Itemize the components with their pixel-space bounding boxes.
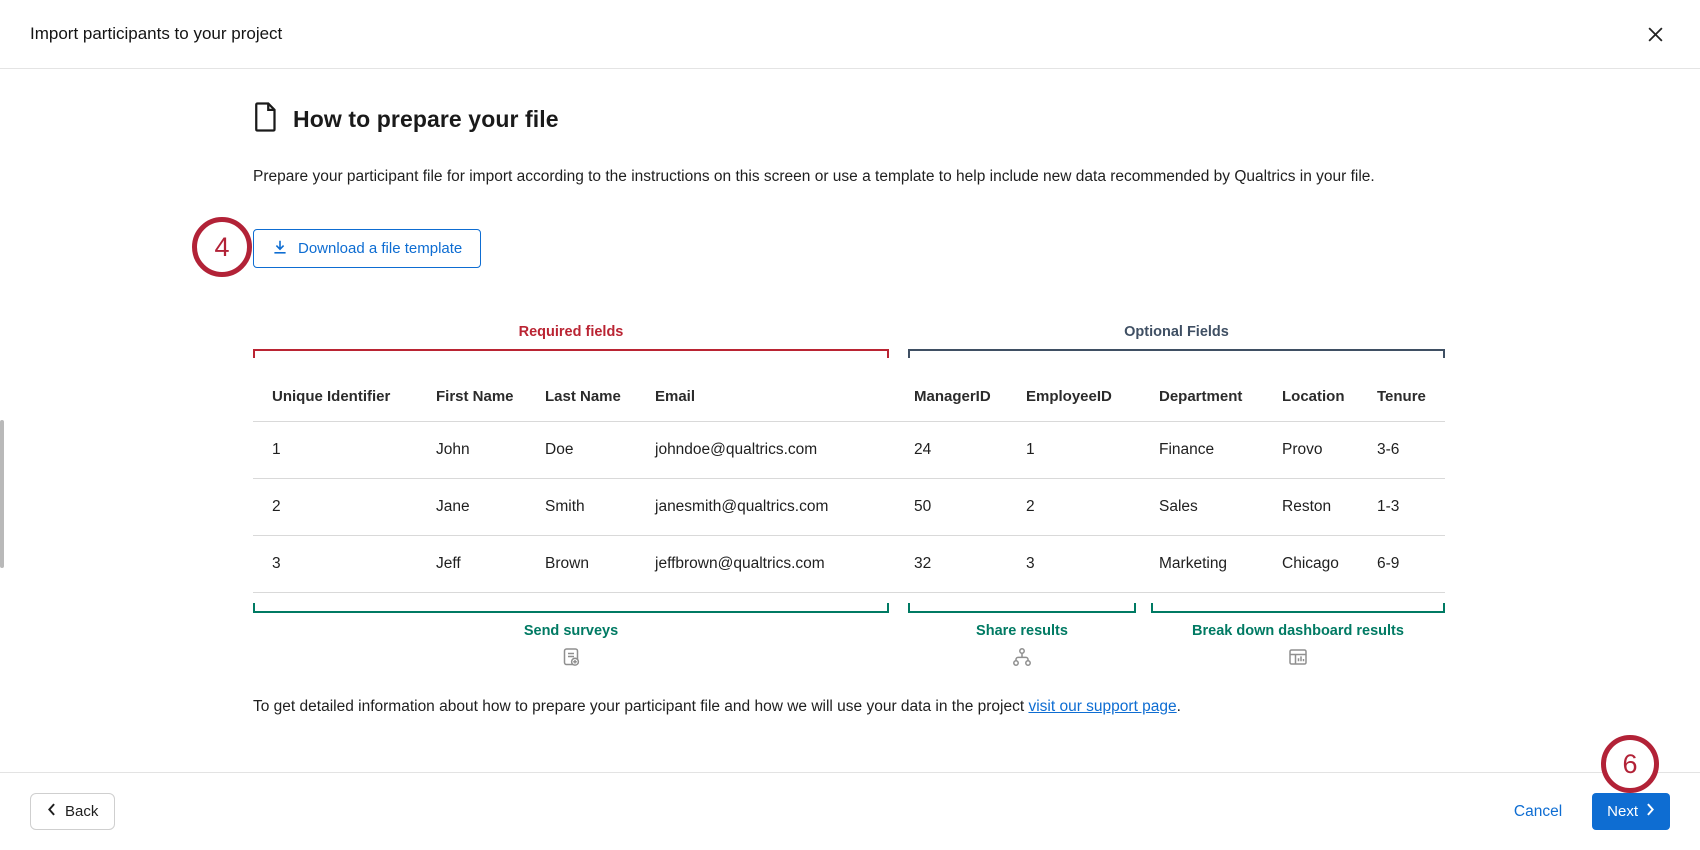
back-button[interactable]: Back bbox=[30, 793, 115, 830]
chevron-left-icon bbox=[47, 803, 56, 820]
table-row: 3 Jeff Brown jeffbrown@qualtrics.com 32 … bbox=[253, 536, 1445, 593]
cell: Reston bbox=[1282, 498, 1377, 516]
file-icon bbox=[253, 102, 279, 137]
cell: Jane bbox=[436, 498, 545, 516]
support-page-link[interactable]: visit our support page bbox=[1028, 698, 1176, 715]
cell: 2 bbox=[1026, 498, 1159, 516]
annotation-circle-6: 6 bbox=[1601, 735, 1659, 793]
cell: 2 bbox=[272, 498, 436, 516]
optional-fields-label: Optional Fields bbox=[908, 324, 1445, 340]
column-header-email: Email bbox=[655, 388, 914, 405]
dashboard-results-bracket bbox=[1151, 603, 1445, 613]
org-chart-icon bbox=[908, 646, 1136, 673]
footer-actions: Cancel Next bbox=[1514, 793, 1670, 830]
optional-fields-bracket bbox=[908, 349, 1445, 358]
annotation-number: 6 bbox=[1622, 749, 1637, 780]
cell: Jeff bbox=[436, 555, 545, 573]
cancel-button[interactable]: Cancel bbox=[1514, 803, 1562, 821]
chevron-right-icon bbox=[1646, 803, 1655, 820]
cell: 50 bbox=[914, 498, 1026, 516]
table-row: 2 Jane Smith janesmith@qualtrics.com 50 … bbox=[253, 479, 1445, 536]
cell: 1 bbox=[272, 441, 436, 459]
cell: Brown bbox=[545, 555, 655, 573]
next-button[interactable]: Next bbox=[1592, 793, 1670, 830]
page-title: How to prepare your file bbox=[293, 106, 559, 133]
download-icon bbox=[272, 239, 288, 259]
cell: Chicago bbox=[1282, 555, 1377, 573]
cell: janesmith@qualtrics.com bbox=[655, 498, 914, 516]
required-fields-bracket bbox=[253, 349, 889, 358]
dashboard-results-label: Break down dashboard results bbox=[1151, 623, 1445, 639]
cell: 1 bbox=[1026, 441, 1159, 459]
survey-plus-icon bbox=[253, 646, 889, 673]
cell: Provo bbox=[1282, 441, 1377, 459]
modal-title: Import participants to your project bbox=[30, 24, 282, 44]
column-header-managerid: ManagerID bbox=[914, 388, 1026, 405]
cell: 6-9 bbox=[1377, 555, 1445, 573]
column-header-employeeid: EmployeeID bbox=[1026, 388, 1159, 405]
cell: 24 bbox=[914, 441, 1026, 459]
cell: Marketing bbox=[1159, 555, 1282, 573]
cell: 3-6 bbox=[1377, 441, 1445, 459]
column-header-location: Location bbox=[1282, 388, 1377, 405]
column-header-first-name: First Name bbox=[436, 388, 545, 405]
cell: jeffbrown@qualtrics.com bbox=[655, 555, 914, 573]
background-scrollbar[interactable] bbox=[0, 420, 4, 568]
support-text-after: . bbox=[1177, 698, 1181, 715]
example-participant-table: Unique Identifier First Name Last Name E… bbox=[253, 372, 1445, 593]
support-text-before: To get detailed information about how to… bbox=[253, 698, 1028, 715]
cell: Sales bbox=[1159, 498, 1282, 516]
cell: johndoe@qualtrics.com bbox=[655, 441, 914, 459]
table-header-row: Unique Identifier First Name Last Name E… bbox=[253, 372, 1445, 422]
cell: Doe bbox=[545, 441, 655, 459]
cell: 32 bbox=[914, 555, 1026, 573]
back-button-label: Back bbox=[65, 803, 98, 820]
annotation-number: 4 bbox=[214, 232, 229, 263]
intro-description: Prepare your participant file for import… bbox=[253, 164, 1449, 190]
dashboard-icon bbox=[1151, 646, 1445, 673]
required-fields-label: Required fields bbox=[253, 324, 889, 340]
column-header-unique-identifier: Unique Identifier bbox=[272, 388, 436, 405]
send-surveys-label: Send surveys bbox=[253, 623, 889, 639]
next-button-label: Next bbox=[1607, 803, 1638, 820]
column-header-tenure: Tenure bbox=[1377, 388, 1445, 405]
cell: Finance bbox=[1159, 441, 1282, 459]
cell: 3 bbox=[272, 555, 436, 573]
close-icon[interactable] bbox=[1640, 19, 1670, 49]
column-header-department: Department bbox=[1159, 388, 1282, 405]
annotation-circle-4: 4 bbox=[192, 217, 252, 277]
table-row: 1 John Doe johndoe@qualtrics.com 24 1 Fi… bbox=[253, 422, 1445, 479]
section-heading: How to prepare your file bbox=[253, 102, 559, 137]
cell: Smith bbox=[545, 498, 655, 516]
modal-footer: Back Cancel Next bbox=[0, 772, 1700, 850]
support-text: To get detailed information about how to… bbox=[253, 698, 1181, 716]
download-button-label: Download a file template bbox=[298, 240, 462, 257]
modal-header: Import participants to your project bbox=[0, 0, 1700, 69]
column-header-last-name: Last Name bbox=[545, 388, 655, 405]
cell: 3 bbox=[1026, 555, 1159, 573]
cell: 1-3 bbox=[1377, 498, 1445, 516]
send-surveys-bracket bbox=[253, 603, 889, 613]
share-results-label: Share results bbox=[908, 623, 1136, 639]
cell: John bbox=[436, 441, 545, 459]
download-template-button[interactable]: Download a file template bbox=[253, 229, 481, 268]
share-results-bracket bbox=[908, 603, 1136, 613]
